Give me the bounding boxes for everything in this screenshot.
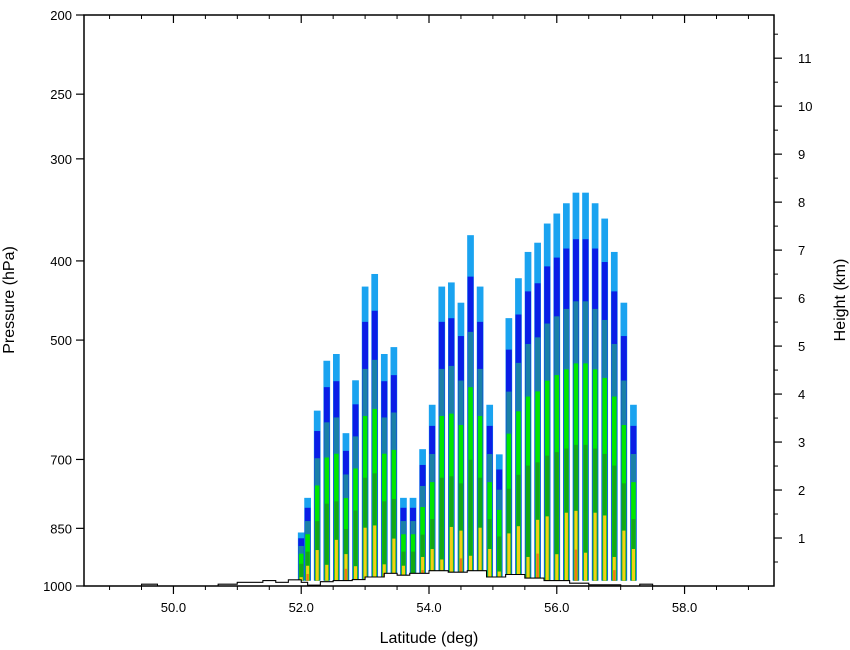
x-tick-label: 54.0 bbox=[416, 600, 441, 615]
x-tick-label: 58.0 bbox=[672, 600, 697, 615]
contour-band bbox=[622, 530, 626, 581]
contour-band bbox=[507, 533, 511, 581]
contour-band bbox=[545, 516, 549, 581]
x-axis-title: Latitude (deg) bbox=[380, 630, 479, 647]
contour-band bbox=[574, 549, 578, 581]
contour-band bbox=[334, 539, 338, 581]
x-tick-label: 52.0 bbox=[289, 600, 314, 615]
contour-band bbox=[555, 554, 559, 581]
contour-band bbox=[488, 548, 492, 581]
y2-tick-label: 8 bbox=[798, 195, 805, 210]
y-tick-label: 1000 bbox=[43, 579, 72, 594]
contour-band bbox=[344, 568, 348, 581]
y2-tick-label: 1 bbox=[798, 531, 805, 546]
contour-band bbox=[373, 525, 377, 581]
y2-axis-title: Height (km) bbox=[832, 259, 849, 342]
contour-band bbox=[526, 556, 530, 581]
y-tick-label: 250 bbox=[50, 87, 72, 102]
contour-band bbox=[631, 548, 635, 581]
contour-band bbox=[353, 566, 358, 581]
y-tick-label: 850 bbox=[50, 521, 72, 536]
y2-tick-label: 5 bbox=[798, 339, 805, 354]
x-tick-label: 56.0 bbox=[544, 600, 569, 615]
terrain-outline bbox=[84, 570, 774, 587]
y-axis-right: 1 2 3 4 5 6 7 8 9 10 11 bbox=[774, 33, 812, 563]
contour-band bbox=[564, 512, 568, 581]
y2-tick-label: 6 bbox=[798, 291, 805, 306]
contour-band bbox=[613, 570, 616, 581]
contour-band bbox=[363, 527, 367, 581]
y2-tick-label: 7 bbox=[798, 243, 805, 258]
x-tick-label: 50.0 bbox=[161, 600, 186, 615]
y-tick-label: 400 bbox=[50, 254, 72, 269]
contour-band bbox=[603, 515, 607, 581]
y-tick-label: 300 bbox=[50, 152, 72, 167]
contour-band bbox=[593, 512, 597, 581]
contour-chart: 50.0 52.0 54.0 56.0 58.0 200 250 300 400 500 700 8… bbox=[1, 8, 849, 647]
y-tick-label: 500 bbox=[50, 333, 72, 348]
contour-band bbox=[315, 550, 319, 581]
contour-fill-region bbox=[297, 192, 637, 581]
y-tick-label: 700 bbox=[50, 452, 72, 467]
y-axis-title: Pressure (hPa) bbox=[1, 246, 18, 354]
y2-tick-label: 11 bbox=[798, 51, 812, 66]
y2-tick-label: 4 bbox=[798, 387, 805, 402]
y2-tick-label: 3 bbox=[798, 435, 805, 450]
y2-tick-label: 10 bbox=[798, 99, 812, 114]
y-axis-left: 200 250 300 400 500 700 850 1000 bbox=[43, 8, 84, 594]
contour-band bbox=[583, 552, 588, 581]
y-tick-label: 200 bbox=[50, 8, 72, 23]
contour-band bbox=[325, 564, 329, 581]
contour-band bbox=[536, 553, 539, 581]
contour-band bbox=[516, 526, 520, 581]
y2-tick-label: 9 bbox=[798, 147, 805, 162]
contour-band bbox=[306, 574, 309, 581]
y2-tick-label: 2 bbox=[798, 483, 805, 498]
